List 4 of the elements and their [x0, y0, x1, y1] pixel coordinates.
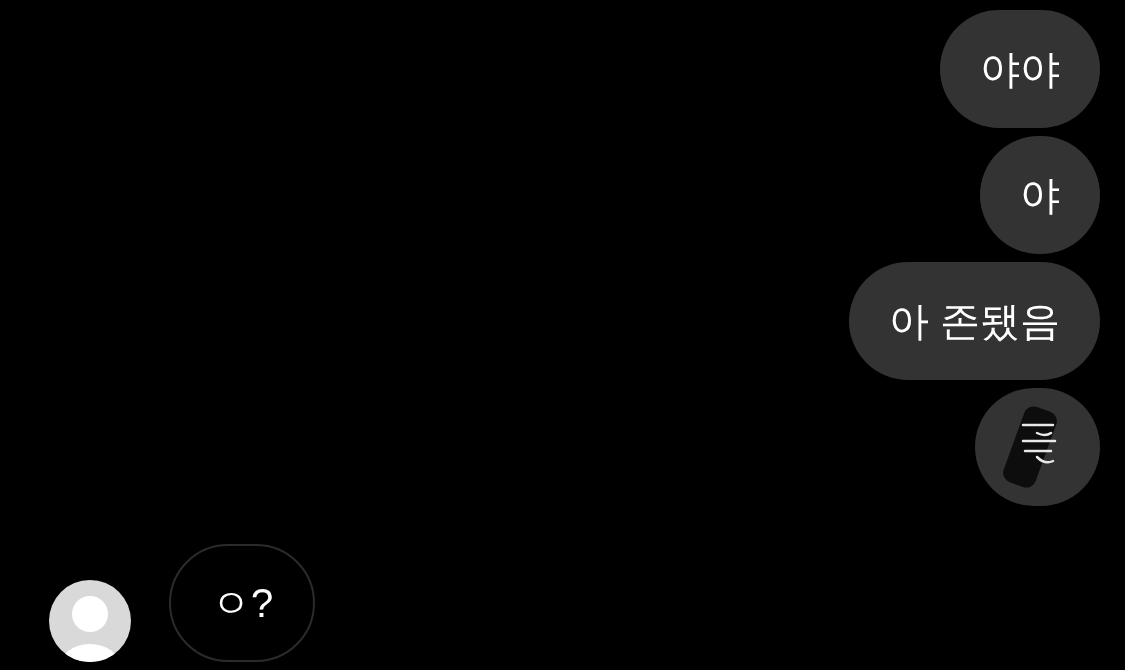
message-bubble: 아 존됐음	[848, 262, 1100, 380]
message-bubble: 야야	[940, 10, 1100, 128]
message-bubble: 야	[980, 136, 1100, 254]
message-bubble: ㅇ?	[169, 544, 316, 662]
